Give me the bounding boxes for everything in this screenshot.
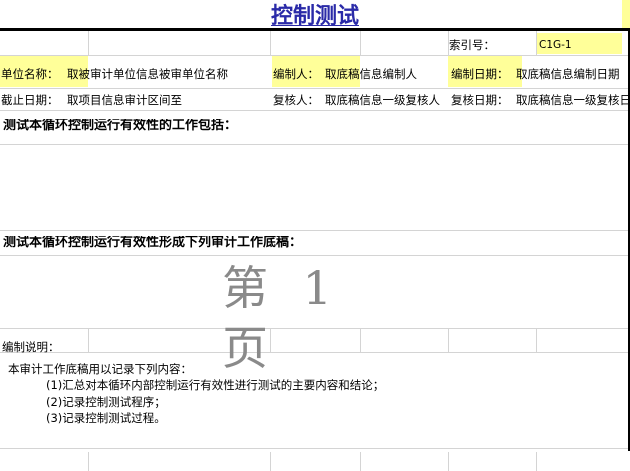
reviewer-label: 复核人： xyxy=(273,93,319,107)
review-date-label: 复核日期： xyxy=(451,93,509,107)
sheet-title: 控制测试 xyxy=(270,3,359,29)
notes-intro: 本审计工作底稿用以记录下列内容： xyxy=(8,362,192,376)
index-value[interactable]: C1G-1 xyxy=(537,33,622,54)
cutoff-label: 截止日期： xyxy=(1,93,59,107)
reviewer-value[interactable]: 取底稿信息一级复核人 xyxy=(325,93,447,107)
preparer-label: 编制人： xyxy=(273,67,319,81)
section-heading-workpapers: 测试本循环控制运行有效性形成下列审计工作底稿： xyxy=(3,236,303,250)
page-number-watermark: 第 1 页 xyxy=(222,261,342,375)
preparer-value[interactable]: 取底稿信息编制人 xyxy=(325,67,448,81)
prep-date-label: 编制日期： xyxy=(451,67,509,81)
corner-highlight xyxy=(622,0,630,28)
cutoff-value[interactable]: 取项目信息审计区间至 xyxy=(67,93,270,107)
index-label: 索引号： xyxy=(449,38,495,52)
section-heading-work: 测试本循环控制运行有效性的工作包括： xyxy=(3,119,238,133)
prep-date-value[interactable]: 取底稿信息编制日期 xyxy=(516,67,628,81)
notes-item: (3)记录控制测试过程。 xyxy=(46,411,166,425)
notes-heading: 编制说明： xyxy=(2,340,60,354)
unit-value[interactable]: 取被审计单位信息被审单位名称 xyxy=(67,67,270,81)
unit-label: 单位名称： xyxy=(1,67,59,81)
review-date-value[interactable]: 取底稿信息一级复核日期 xyxy=(516,93,628,107)
notes-item: (1)汇总对本循环内部控制运行有效性进行测试的主要内容和结论； xyxy=(46,378,385,392)
notes-item: (2)记录控制测试程序； xyxy=(46,395,166,409)
